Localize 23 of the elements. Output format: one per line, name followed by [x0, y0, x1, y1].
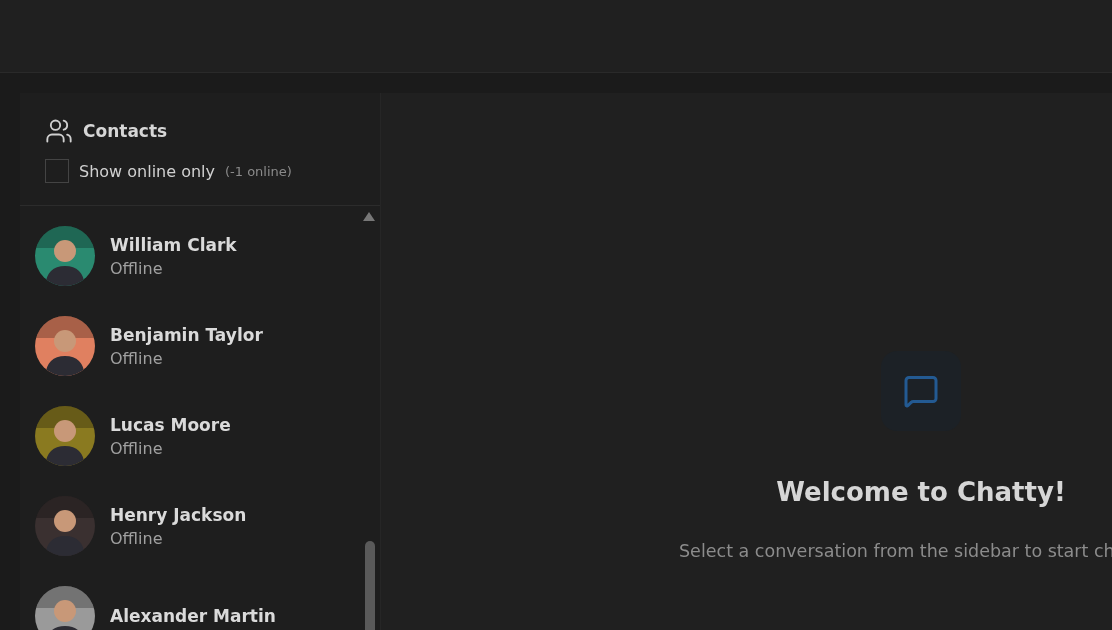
scroll-up-icon[interactable]	[363, 212, 375, 221]
contact-item[interactable]: Benjamin Taylor Offline	[35, 316, 380, 376]
checkbox[interactable]	[45, 159, 69, 183]
users-icon	[45, 117, 73, 145]
scrollbar-thumb[interactable]	[365, 541, 375, 630]
contact-status: Offline	[110, 528, 164, 548]
chat-icon	[903, 373, 939, 409]
contact-name: Alexander Martin	[110, 606, 276, 626]
checkbox-label[interactable]: Show online only	[79, 161, 215, 181]
contact-item[interactable]: William Clark Offline	[35, 226, 380, 286]
contact-name: Benjamin Taylor	[110, 324, 263, 345]
contact-item[interactable]: Lucas Moore Offline	[35, 406, 380, 466]
welcome-title: Welcome to Chatty!	[776, 477, 1066, 507]
contact-name: Lucas Moore	[110, 414, 231, 435]
contact-status: Offline	[110, 438, 164, 458]
contact-status: Offline	[110, 258, 164, 278]
contact-status: Offline	[110, 348, 164, 368]
sidebar-title: Contacts	[83, 121, 168, 141]
contact-item[interactable]: Henry Jackson Offline	[35, 496, 380, 556]
contact-name: Henry Jackson	[110, 504, 247, 525]
contact-item[interactable]: Alexander Martin	[35, 586, 380, 630]
online-count: (-1 online)	[225, 163, 292, 179]
contact-name: William Clark	[110, 234, 237, 255]
